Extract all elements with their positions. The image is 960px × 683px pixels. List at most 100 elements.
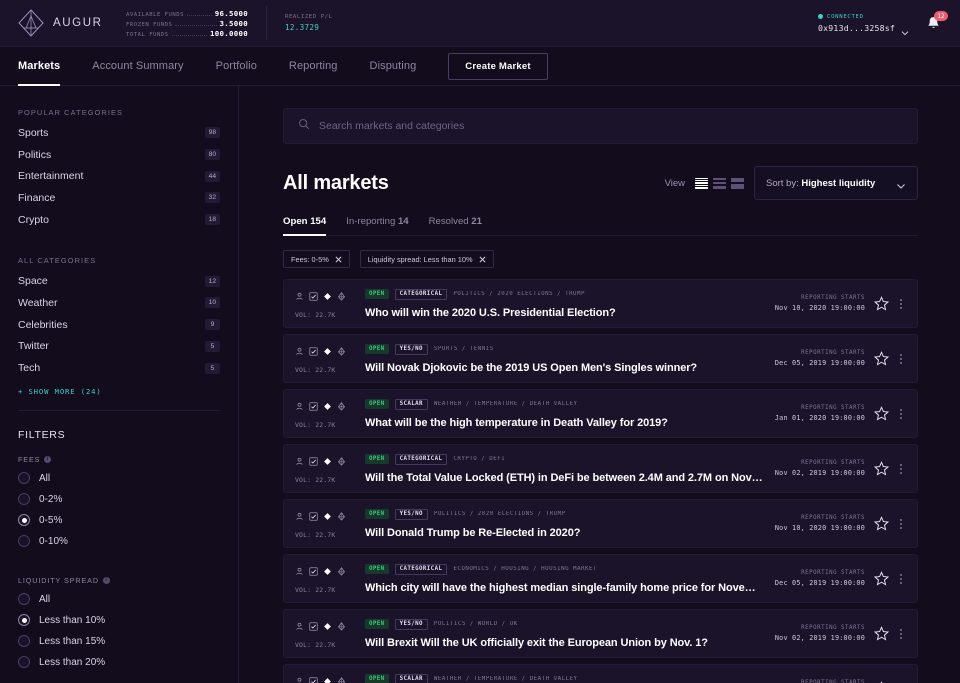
row-menu-button[interactable] <box>898 516 904 532</box>
brand[interactable]: AUGUR <box>18 9 110 37</box>
market-row[interactable]: VOL: 22.7K OPEN CATEGORICAL CRYPTO / DEF… <box>283 444 918 493</box>
tab-resolved[interactable]: Resolved 21 <box>429 216 482 235</box>
diamond-icon[interactable] <box>323 563 332 581</box>
view-compact-icon[interactable] <box>695 178 708 189</box>
person-icon[interactable] <box>295 398 304 416</box>
search-input[interactable] <box>319 120 903 132</box>
row-menu-button[interactable] <box>898 351 904 367</box>
diamond-icon[interactable] <box>323 673 332 683</box>
ethereum-icon[interactable] <box>337 618 346 636</box>
filter-chip-liquidity[interactable]: Liquidity spread: Less than 10% <box>360 250 494 268</box>
ethereum-icon[interactable] <box>337 453 346 471</box>
market-row[interactable]: VOL: 22.7K OPEN YES/NO POLITICS / 2020 E… <box>283 499 918 548</box>
sidebar-item-weather[interactable]: Weather 10 <box>18 292 220 314</box>
row-menu-button[interactable] <box>898 296 904 312</box>
nav-item-account-summary[interactable]: Account Summary <box>76 47 199 86</box>
fees-option-0-2[interactable]: 0-2% <box>18 489 220 510</box>
liquidity-option-lt-20[interactable]: Less than 20% <box>18 652 220 673</box>
sidebar-item-politics[interactable]: Politics 80 <box>18 144 220 166</box>
market-row[interactable]: VOL: 22.7K OPEN CATEGORICAL ECONOMICS / … <box>283 554 918 603</box>
sidebar-item-sports[interactable]: Sports 98 <box>18 122 220 144</box>
diamond-icon[interactable] <box>323 398 332 416</box>
close-icon[interactable] <box>479 256 486 263</box>
ethereum-icon[interactable] <box>337 288 346 306</box>
sidebar-item-celebrities[interactable]: Celebrities 9 <box>18 314 220 336</box>
favorite-star-icon[interactable] <box>874 296 889 311</box>
person-icon[interactable] <box>295 453 304 471</box>
row-menu-button[interactable] <box>898 571 904 587</box>
favorite-star-icon[interactable] <box>874 626 889 641</box>
diamond-icon[interactable] <box>323 343 332 361</box>
ethereum-icon[interactable] <box>337 508 346 526</box>
sidebar-item-finance[interactable]: Finance 32 <box>18 187 220 209</box>
category-label: Politics <box>18 149 51 161</box>
favorite-star-icon[interactable] <box>874 351 889 366</box>
liquidity-option-lt-15[interactable]: Less than 15% <box>18 631 220 652</box>
info-icon[interactable]: i <box>103 577 110 584</box>
create-market-button[interactable]: Create Market <box>448 53 547 80</box>
sidebar-item-crypto[interactable]: Crypto 18 <box>18 209 220 231</box>
sidebar-item-twitter[interactable]: Twitter 5 <box>18 336 220 358</box>
liquidity-option-all[interactable]: All <box>18 589 220 610</box>
nav-item-markets[interactable]: Markets <box>18 47 76 86</box>
person-icon[interactable] <box>295 673 304 683</box>
nav-item-disputing[interactable]: Disputing <box>354 47 433 86</box>
ethereum-icon[interactable] <box>337 343 346 361</box>
person-icon[interactable] <box>295 343 304 361</box>
favorite-star-icon[interactable] <box>874 571 889 586</box>
close-icon[interactable] <box>335 256 342 263</box>
checkbox-icon[interactable] <box>309 563 318 581</box>
favorite-star-icon[interactable] <box>874 406 889 421</box>
view-large-icon[interactable] <box>731 178 744 189</box>
liquidity-option-lt-10[interactable]: Less than 10% <box>18 610 220 631</box>
checkbox-icon[interactable] <box>309 453 318 471</box>
person-icon[interactable] <box>295 288 304 306</box>
fees-option-0-5[interactable]: 0-5% <box>18 510 220 531</box>
person-icon[interactable] <box>295 563 304 581</box>
filter-chip-fees[interactable]: Fees: 0-5% <box>283 250 350 268</box>
ethereum-icon[interactable] <box>337 563 346 581</box>
sidebar-item-space[interactable]: Space 12 <box>18 270 220 292</box>
sort-dropdown[interactable]: Sort by: Highest liquidity <box>754 166 918 200</box>
market-row[interactable]: VOL: 22.7K OPEN SCALAR WEATHER / TEMPERA… <box>283 389 918 438</box>
ethereum-icon[interactable] <box>337 398 346 416</box>
account-menu[interactable]: CONNECTED 0x913d...3258sf <box>818 14 908 33</box>
row-menu-button[interactable] <box>898 461 904 477</box>
nav-item-reporting[interactable]: Reporting <box>273 47 354 86</box>
market-row[interactable]: VOL: 22.7K OPEN YES/NO SPORTS / TENNIS W… <box>283 334 918 383</box>
fees-option-all[interactable]: All <box>18 468 220 489</box>
view-medium-icon[interactable] <box>713 178 726 189</box>
tab-in-reporting[interactable]: In-reporting 14 <box>346 216 408 235</box>
market-row[interactable]: VOL: 22.7K OPEN YES/NO POLITICS / WORLD … <box>283 609 918 658</box>
favorite-star-icon[interactable] <box>874 516 889 531</box>
reporting-info: REPORTING STARTS Dec 05, 2019 19:00:00 <box>775 570 865 587</box>
diamond-icon[interactable] <box>323 618 332 636</box>
diamond-icon[interactable] <box>323 288 332 306</box>
ethereum-icon[interactable] <box>337 673 346 683</box>
row-menu-button[interactable] <box>898 626 904 642</box>
row-menu-button[interactable] <box>898 406 904 422</box>
checkbox-icon[interactable] <box>309 288 318 306</box>
favorite-star-icon[interactable] <box>874 461 889 476</box>
market-row[interactable]: VOL: 22.7K OPEN SCALAR WEATHER / TEMPERA… <box>283 664 918 683</box>
sidebar-item-entertainment[interactable]: Entertainment 44 <box>18 165 220 187</box>
checkbox-icon[interactable] <box>309 508 318 526</box>
search-bar[interactable] <box>283 108 918 144</box>
person-icon[interactable] <box>295 508 304 526</box>
info-icon[interactable]: i <box>44 456 51 463</box>
person-icon[interactable] <box>295 618 304 636</box>
diamond-icon[interactable] <box>323 508 332 526</box>
tab-open[interactable]: Open 154 <box>283 216 326 235</box>
notifications-button[interactable]: 12 <box>920 10 946 36</box>
show-more-categories-button[interactable]: + SHOW MORE (24) <box>18 387 220 396</box>
checkbox-icon[interactable] <box>309 673 318 683</box>
checkbox-icon[interactable] <box>309 343 318 361</box>
checkbox-icon[interactable] <box>309 618 318 636</box>
nav-item-portfolio[interactable]: Portfolio <box>200 47 273 86</box>
market-row[interactable]: VOL: 22.7K OPEN CATEGORICAL POLITICS / 2… <box>283 279 918 328</box>
sidebar-item-tech[interactable]: Tech 5 <box>18 357 220 379</box>
checkbox-icon[interactable] <box>309 398 318 416</box>
account-address-row[interactable]: 0x913d...3258sf <box>818 23 908 33</box>
diamond-icon[interactable] <box>323 453 332 471</box>
fees-option-0-10[interactable]: 0-10% <box>18 531 220 552</box>
